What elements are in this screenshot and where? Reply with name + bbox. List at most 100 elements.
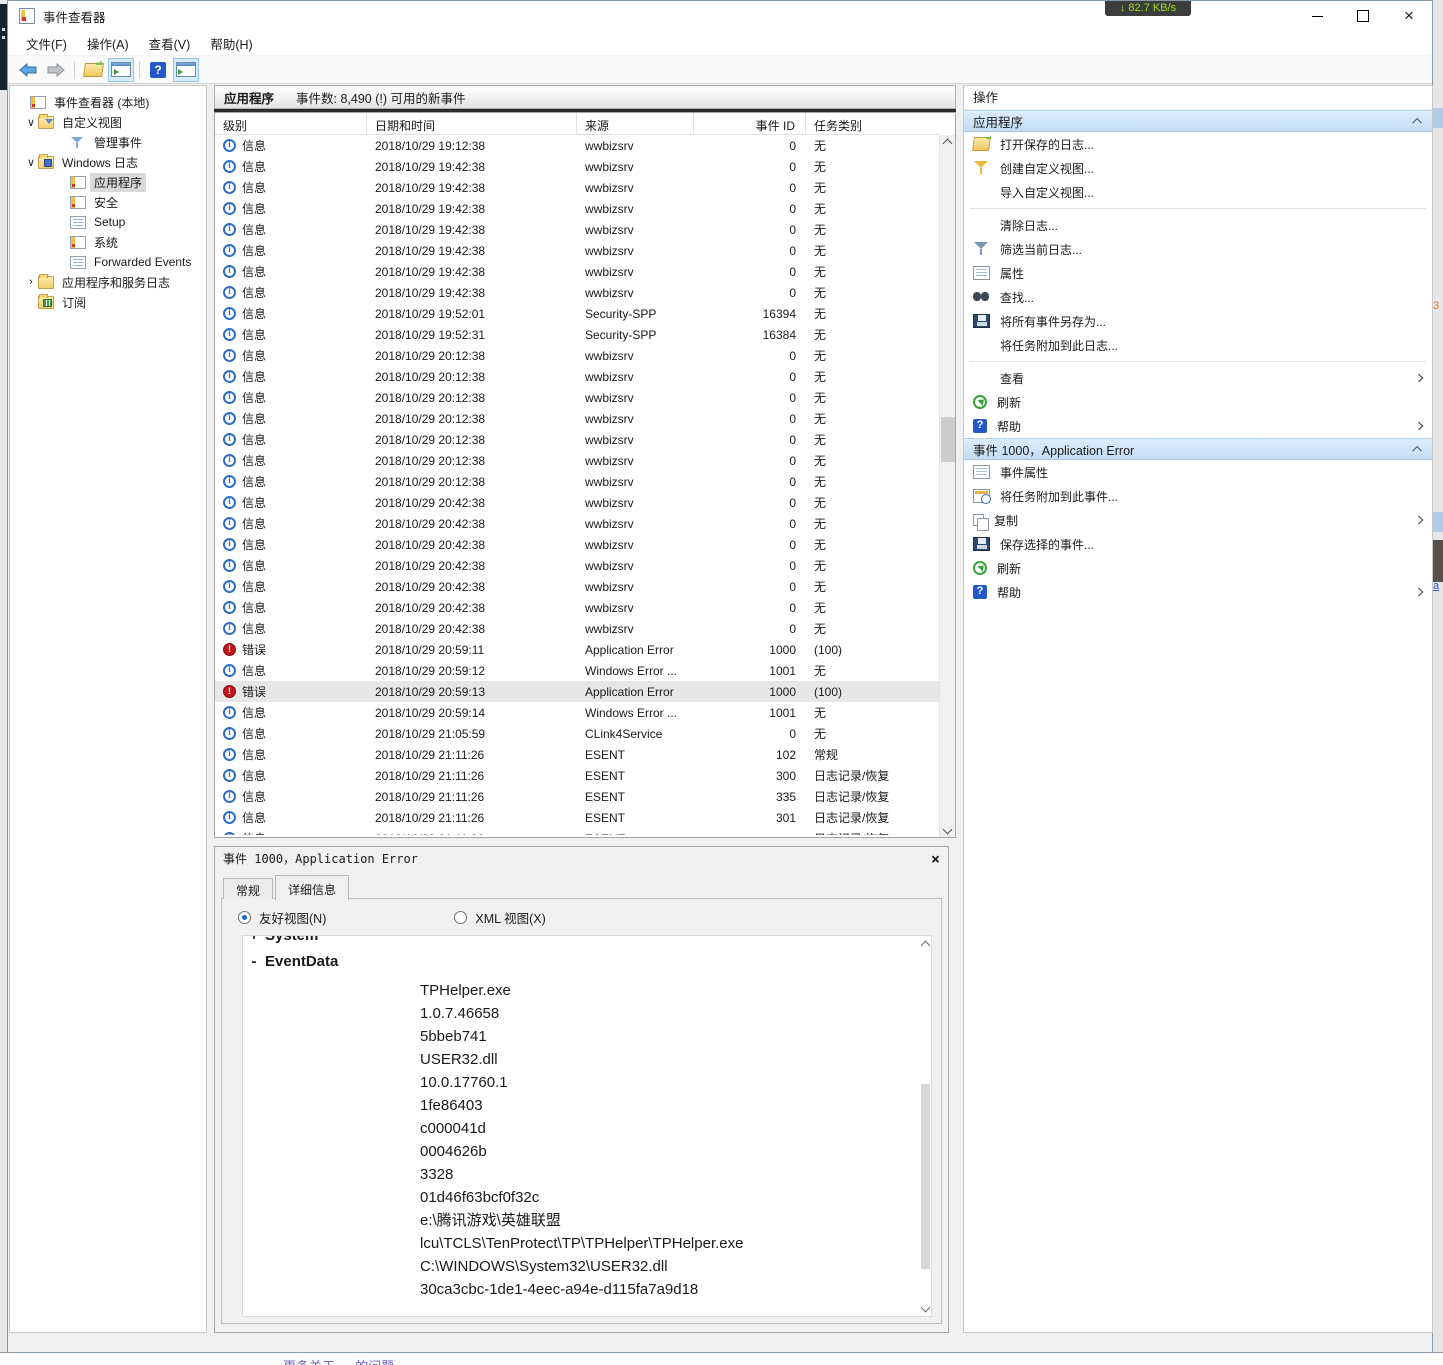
action-item[interactable]: 事件属性 — [964, 460, 1432, 484]
tree-item[interactable]: 事件查看器 (本地) — [10, 92, 206, 112]
action-item[interactable]: 筛选当前日志... — [964, 237, 1432, 261]
table-row[interactable]: 信息 2018/10/29 21:11:26 ESENT 301 日志记录/恢复 — [215, 807, 939, 828]
action-item[interactable]: 复制 — [964, 508, 1432, 532]
column-source[interactable]: 来源 — [577, 113, 694, 134]
action-item[interactable]: 查看 — [964, 366, 1432, 390]
friendly-view-radio[interactable] — [238, 911, 251, 924]
xml-view-radio[interactable] — [454, 911, 468, 924]
tree-item[interactable]: Forwarded Events — [10, 252, 206, 272]
tab-details[interactable]: 详细信息 — [275, 875, 350, 900]
tab-general[interactable]: 常规 — [223, 878, 274, 899]
menu-action[interactable]: 操作(A) — [77, 34, 139, 53]
expand-plus-icon[interactable]: + — [243, 936, 265, 953]
action-item[interactable]: 帮助 — [964, 580, 1432, 604]
system-node[interactable]: + System — [243, 936, 931, 953]
detail-scroll-down-icon[interactable] — [920, 1300, 931, 1314]
action-item[interactable]: 属性 — [964, 261, 1432, 285]
tree-item[interactable]: ∨ Windows 日志 — [10, 152, 206, 172]
column-level[interactable]: 级别 — [215, 113, 367, 134]
scroll-up-icon[interactable] — [940, 135, 955, 151]
table-row[interactable]: 信息 2018/10/29 20:12:38 wwbizsrv 0 无 — [215, 471, 939, 492]
table-row[interactable]: 信息 2018/10/29 20:42:38 wwbizsrv 0 无 — [215, 597, 939, 618]
table-row[interactable]: 错误 2018/10/29 20:59:11 Application Error… — [215, 639, 939, 660]
detail-scroll-up-icon[interactable] — [920, 938, 931, 952]
table-row[interactable]: 信息 2018/10/29 21:11:26 ESENT 335 日志记录/恢复 — [215, 786, 939, 807]
minimize-button[interactable] — [1294, 1, 1340, 31]
column-task-category[interactable]: 任务类别 — [806, 113, 939, 134]
action-item[interactable]: 将所有事件另存为... — [964, 309, 1432, 333]
table-row[interactable]: 信息 2018/10/29 20:12:38 wwbizsrv 0 无 — [215, 450, 939, 471]
help-button[interactable]: ? — [145, 58, 171, 82]
action-item[interactable]: 导入自定义视图... — [964, 180, 1432, 204]
tree-item[interactable]: 系统 — [10, 232, 206, 252]
close-button[interactable]: × — [1386, 1, 1432, 31]
table-row[interactable]: 信息 2018/10/29 20:42:38 wwbizsrv 0 无 — [215, 534, 939, 555]
column-event-id[interactable]: 事件 ID — [694, 113, 806, 134]
table-row[interactable]: 信息 2018/10/29 19:42:38 wwbizsrv 0 无 — [215, 177, 939, 198]
table-row[interactable]: 信息 2018/10/29 20:59:14 Windows Error ...… — [215, 702, 939, 723]
table-row[interactable]: 信息 2018/10/29 19:42:38 wwbizsrv 0 无 — [215, 240, 939, 261]
table-row[interactable]: 信息 2018/10/29 20:12:38 wwbizsrv 0 无 — [215, 408, 939, 429]
collapse-minus-icon[interactable]: - — [243, 953, 265, 979]
table-row[interactable]: 信息 2018/10/29 20:59:12 Windows Error ...… — [215, 660, 939, 681]
tree-expand-icon[interactable]: ∨ — [24, 116, 38, 129]
table-row[interactable]: 信息 2018/10/29 21:11:26 ESENT 日志记录/恢复 — [215, 828, 939, 835]
table-row[interactable]: 信息 2018/10/29 19:42:38 wwbizsrv 0 无 — [215, 261, 939, 282]
scrollbar-thumb[interactable] — [941, 417, 955, 462]
action-item[interactable]: 查找... — [964, 285, 1432, 309]
scroll-down-icon[interactable] — [940, 821, 955, 837]
table-row[interactable]: 信息 2018/10/29 20:12:38 wwbizsrv 0 无 — [215, 366, 939, 387]
table-row[interactable]: 信息 2018/10/29 20:12:38 wwbizsrv 0 无 — [215, 387, 939, 408]
action-item[interactable]: 帮助 — [964, 414, 1432, 438]
action-item[interactable]: 将任务附加到此日志... — [964, 333, 1432, 357]
action-item[interactable]: 保存选择的事件... — [964, 532, 1432, 556]
table-row[interactable]: 信息 2018/10/29 19:42:38 wwbizsrv 0 无 — [215, 282, 939, 303]
table-row[interactable]: 信息 2018/10/29 20:12:38 wwbizsrv 0 无 — [215, 429, 939, 450]
tree-item[interactable]: 订阅 — [10, 292, 206, 312]
eventdata-node[interactable]: - EventData — [243, 953, 931, 979]
tree-expand-icon[interactable]: ∨ — [24, 156, 38, 169]
table-row[interactable]: 信息 2018/10/29 20:42:38 wwbizsrv 0 无 — [215, 618, 939, 639]
actions-section-log-header[interactable]: 应用程序 — [964, 110, 1432, 132]
action-item[interactable]: 清除日志... — [964, 213, 1432, 237]
table-row[interactable]: 错误 2018/10/29 20:59:13 Application Error… — [215, 681, 939, 702]
tree-item[interactable]: Setup — [10, 212, 206, 232]
tree-item[interactable]: 管理事件 — [10, 132, 206, 152]
action-item[interactable]: 打开保存的日志... — [964, 132, 1432, 156]
back-button[interactable] — [15, 58, 41, 82]
table-scrollbar[interactable] — [939, 135, 955, 837]
tree-item[interactable]: › 应用程序和服务日志 — [10, 272, 206, 292]
maximize-button[interactable] — [1340, 1, 1386, 31]
table-row[interactable]: 信息 2018/10/29 20:42:38 wwbizsrv 0 无 — [215, 492, 939, 513]
tree-item[interactable]: 应用程序 — [10, 172, 206, 192]
show-console-tree-button[interactable] — [108, 57, 134, 82]
action-item[interactable]: 将任务附加到此事件... — [964, 484, 1432, 508]
table-row[interactable]: 信息 2018/10/29 19:42:38 wwbizsrv 0 无 — [215, 219, 939, 240]
detail-close-icon[interactable]: × — [931, 850, 940, 868]
table-row[interactable]: 信息 2018/10/29 20:12:38 wwbizsrv 0 无 — [215, 345, 939, 366]
forward-button[interactable] — [43, 58, 69, 82]
table-row[interactable]: 信息 2018/10/29 19:12:38 wwbizsrv 0 无 — [215, 135, 939, 156]
table-row[interactable]: 信息 2018/10/29 21:05:59 CLink4Service 0 无 — [215, 723, 939, 744]
open-saved-log-button[interactable] — [80, 58, 106, 82]
table-row[interactable]: 信息 2018/10/29 19:52:31 Security-SPP 1638… — [215, 324, 939, 345]
action-item[interactable]: 创建自定义视图... — [964, 156, 1432, 180]
menu-view[interactable]: 查看(V) — [139, 34, 201, 53]
action-item[interactable]: 刷新 — [964, 390, 1432, 414]
actions-section-event-header[interactable]: 事件 1000，Application Error — [964, 438, 1432, 460]
collapse-section-icon[interactable] — [1412, 445, 1423, 456]
tree-expand-icon[interactable]: › — [24, 276, 38, 288]
column-datetime[interactable]: 日期和时间 — [367, 113, 577, 134]
table-row[interactable]: 信息 2018/10/29 19:42:38 wwbizsrv 0 无 — [215, 198, 939, 219]
collapse-section-icon[interactable] — [1412, 117, 1423, 128]
tree-item[interactable]: ∨ 自定义视图 — [10, 112, 206, 132]
table-row[interactable]: 信息 2018/10/29 20:42:38 wwbizsrv 0 无 — [215, 576, 939, 597]
action-item[interactable] — [964, 357, 1432, 366]
table-row[interactable]: 信息 2018/10/29 21:11:26 ESENT 102 常规 — [215, 744, 939, 765]
menu-help[interactable]: 帮助(H) — [200, 34, 262, 53]
table-row[interactable]: 信息 2018/10/29 21:11:26 ESENT 300 日志记录/恢复 — [215, 765, 939, 786]
table-row[interactable]: 信息 2018/10/29 19:52:01 Security-SPP 1639… — [215, 303, 939, 324]
menu-file[interactable]: 文件(F) — [16, 34, 77, 53]
show-action-pane-button[interactable] — [173, 57, 199, 82]
detail-scrollbar-thumb[interactable] — [921, 1084, 930, 1269]
